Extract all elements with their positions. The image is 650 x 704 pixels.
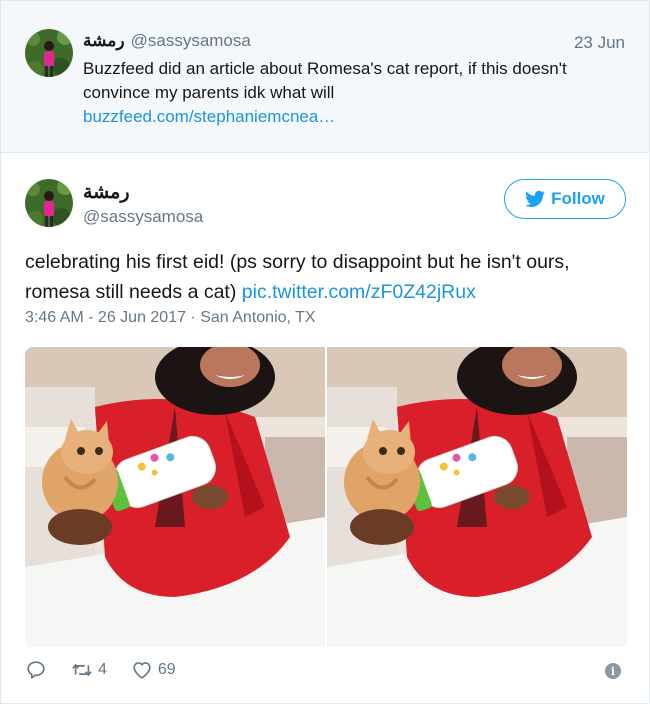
author-avatar[interactable]	[25, 179, 73, 227]
kitten-photo-image	[25, 347, 325, 647]
retweet-button[interactable]: 4	[71, 659, 107, 681]
tweet-photo-2[interactable]	[327, 347, 627, 647]
tweet-photo-1[interactable]	[25, 347, 325, 647]
author-handle[interactable]: @sassysamosa	[83, 207, 203, 227]
heart-icon	[133, 662, 151, 679]
author-name[interactable]: رمشة	[83, 181, 130, 204]
tweet-media	[25, 347, 627, 647]
parent-text: Buzzfeed did an article about Romesa's c…	[83, 59, 567, 102]
parent-link[interactable]: buzzfeed.com/stephaniemcnea…	[83, 107, 335, 127]
parent-avatar[interactable]	[25, 29, 73, 77]
like-button[interactable]: 69	[131, 659, 176, 681]
reply-icon	[27, 661, 45, 679]
tweet-pic-link[interactable]: pic.twitter.com/zF0Z42jRux	[242, 281, 476, 303]
parent-author: رمشة @sassysamosa	[83, 31, 251, 51]
tweet-timestamp[interactable]: 3:46 AM - 26 Jun 2017 · San Antonio, TX	[25, 309, 316, 327]
retweet-count: 4	[98, 661, 107, 678]
tweet-text: celebrating his first eid! (ps sorry to …	[25, 247, 629, 307]
tweet-actions: 4 69	[25, 657, 200, 683]
kitten-photo-image	[327, 347, 627, 647]
follow-button[interactable]: Follow	[504, 179, 626, 219]
parent-tweet[interactable]: رمشة @sassysamosa 23 Jun Buzzfeed did an …	[1, 1, 649, 153]
parent-handle[interactable]: @sassysamosa	[131, 31, 251, 50]
like-count: 69	[157, 661, 176, 678]
tweet-embed: رمشة @sassysamosa 23 Jun Buzzfeed did an …	[0, 0, 650, 704]
retweet-icon	[72, 663, 92, 677]
parent-author-name[interactable]: رمشة	[83, 31, 125, 50]
twitter-bird-icon	[525, 190, 546, 207]
parent-date[interactable]: 23 Jun	[574, 33, 625, 53]
follow-label: Follow	[551, 189, 605, 208]
reply-button[interactable]	[25, 659, 47, 681]
info-icon[interactable]: i	[605, 663, 621, 679]
